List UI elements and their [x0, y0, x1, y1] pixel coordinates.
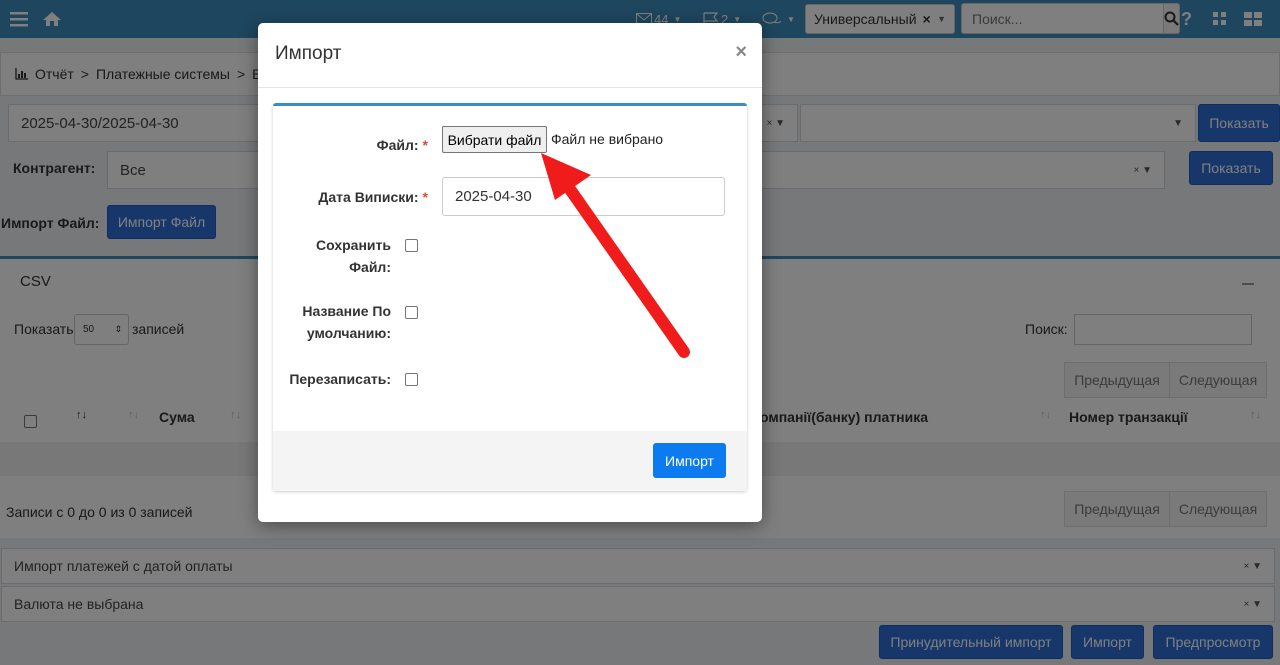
annotation-arrow-icon — [541, 153, 690, 358]
